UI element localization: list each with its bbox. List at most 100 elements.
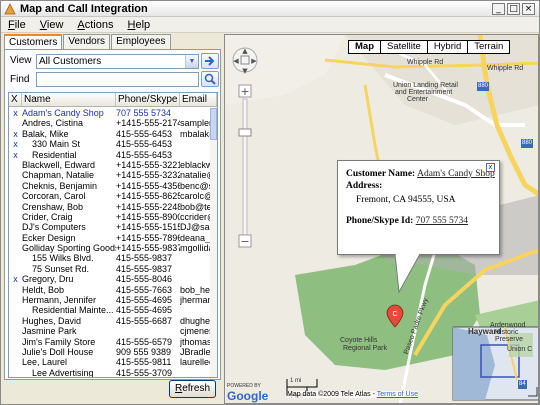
table-row[interactable]: Lee Advertising 415-555-3709: [9, 368, 210, 377]
table-row[interactable]: 75 Sunset Rd. 415-555-9837: [9, 264, 210, 274]
table-row[interactable]: Cheknis, Benjamin +1415-555-4356benc@sa: [9, 181, 210, 191]
table-row[interactable]: Golliday Sporting Goods +1415-555-9837 mgo…: [9, 243, 210, 253]
table-row[interactable]: x Adam's Candy Shop 707 555 5734: [9, 108, 210, 118]
menu-actions[interactable]: Actions: [70, 19, 120, 31]
search-icon: [204, 73, 216, 85]
table-row[interactable]: Lee, Laurel 415-555-9811 laurellee: [9, 357, 210, 367]
marker-letter: C: [392, 311, 397, 318]
row-name-cell: Jim's Family Store: [22, 336, 96, 347]
table-row[interactable]: Andres, Cistina +1415-555-2174samplena: [9, 118, 210, 128]
menu-view[interactable]: View: [33, 19, 71, 31]
row-name-cell: Chapman, Natalie: [22, 170, 95, 181]
row-flag-cell: [9, 285, 22, 295]
map-type-hybrid[interactable]: Hybrid: [426, 40, 469, 54]
customer-name-link[interactable]: Adam's Candy Shop: [417, 169, 495, 179]
row-name-cell: Hughes, David: [22, 315, 82, 326]
row-phone-cell: +1415-555-7896: [116, 232, 180, 243]
table-row[interactable]: DJ's Computers +1415-555-1515DJ@sam: [9, 222, 210, 232]
pan-down-icon[interactable]: ▼: [242, 67, 248, 75]
row-phone-cell: +1415-555-1515: [116, 222, 180, 233]
grid-rows: x Adam's Candy Shop 707 555 5734 Andres, Ci…: [9, 108, 210, 377]
minimize-button[interactable]: _: [492, 3, 505, 15]
zoom-slider-thumb[interactable]: [238, 128, 252, 137]
row-flag-cell: x: [13, 149, 18, 160]
table-row[interactable]: Corcoran, Carol +1415-555-8625carolc@s: [9, 191, 210, 201]
close-icon[interactable]: x: [486, 163, 495, 172]
table-row[interactable]: Hughes, David 415-555-6687 dhughes@: [9, 316, 210, 326]
column-header-phone[interactable]: Phone/Skype Id: [116, 93, 180, 106]
window-title: Map and Call Integration: [20, 2, 148, 15]
map-type-terrain[interactable]: Terrain: [467, 40, 511, 54]
phone-link[interactable]: 707 555 5734: [416, 216, 468, 226]
tab-vendors[interactable]: Vendors: [63, 34, 111, 49]
row-name-cell: 75 Sunset Rd.: [22, 263, 90, 274]
row-flag-cell: [9, 295, 22, 305]
row-flag-cell: [9, 305, 22, 315]
customers-grid: X Name Phone/Skype Id Email x Adam's Cand…: [8, 92, 218, 378]
chevron-down-icon[interactable]: ▼: [185, 55, 198, 68]
pan-right-icon[interactable]: ▶: [251, 57, 257, 65]
grid-scrollbar[interactable]: [210, 108, 217, 377]
close-button[interactable]: ×: [522, 3, 535, 15]
row-name-cell: Golliday Sporting Goods: [22, 243, 116, 254]
row-flag-cell: [9, 160, 22, 170]
zoom-track[interactable]: [242, 98, 248, 236]
go-arrow-button[interactable]: [201, 53, 219, 69]
table-row[interactable]: Crenshaw, Bob +1415-555-2248bob@tec: [9, 202, 210, 212]
table-row[interactable]: x Gregory, Dru 415-555-8046: [9, 274, 210, 284]
table-row[interactable]: Jasmine Park cjmenest: [9, 326, 210, 336]
row-email-cell: [180, 150, 210, 160]
table-row[interactable]: 155 Wilks Blvd. 415-555-9837: [9, 253, 210, 263]
left-panel: Customers Vendors Employees View All Cus…: [1, 34, 222, 404]
column-header-name[interactable]: Name: [22, 93, 116, 106]
row-flag-cell: [9, 253, 22, 263]
column-header-x[interactable]: X: [9, 93, 22, 106]
refresh-button[interactable]: Refresh: [169, 380, 216, 398]
maximize-button[interactable]: □: [507, 3, 520, 15]
customer-name-label: Customer Name:: [346, 169, 416, 179]
table-row[interactable]: Chapman, Natalie +1415-555-3232natalie@: [9, 170, 210, 180]
row-phone-cell: 415-555-9837: [116, 263, 173, 274]
table-row[interactable]: x 330 Main St 415-555-6453: [9, 139, 210, 149]
row-email-cell: [180, 368, 210, 377]
row-email-cell: jhermann: [180, 295, 210, 306]
row-phone-cell: +1415-555-8900: [116, 211, 180, 222]
table-row[interactable]: Heldt, Bob 415-555-7663 bob_held: [9, 285, 210, 295]
menu-help[interactable]: Help: [121, 19, 158, 31]
column-header-email[interactable]: Email: [180, 93, 217, 106]
row-email-cell: mbalak@: [180, 128, 210, 139]
row-phone-cell: 415-555-8046: [116, 274, 173, 285]
row-email-cell: [180, 274, 210, 284]
table-row[interactable]: x Balak, Mike 415-555-6453 mbalak@: [9, 129, 210, 139]
find-input[interactable]: [36, 72, 199, 87]
table-row[interactable]: Julie's Doll House 909 555 9389 JBradley(: [9, 347, 210, 357]
row-flag-cell: [9, 202, 22, 212]
table-row[interactable]: Crider, Craig +1415-555-8900ccrider@: [9, 212, 210, 222]
view-label: View: [10, 55, 32, 66]
table-row[interactable]: x Residential 415-555-6453: [9, 150, 210, 160]
table-row[interactable]: Blackwell, Edward +1415-555-3221eblackwe: [9, 160, 210, 170]
table-row[interactable]: Jim's Family Store 415-555-6579 jthomas@: [9, 337, 210, 347]
row-phone-cell: 415-555-4695: [116, 305, 173, 316]
map-type-map[interactable]: Map: [348, 40, 381, 54]
map-copyright: Map data ©2009 Tele Atlas - Terms of Use: [287, 391, 418, 398]
view-select[interactable]: All Customers ▼: [36, 54, 199, 69]
tab-employees[interactable]: Employees: [111, 34, 171, 49]
menu-file[interactable]: File: [1, 19, 33, 31]
row-flag-cell: [9, 222, 22, 232]
map-type-satellite[interactable]: Satellite: [380, 40, 428, 54]
tab-customers[interactable]: Customers: [4, 34, 63, 50]
pan-left-icon[interactable]: ◀: [233, 57, 239, 65]
pan-up-icon[interactable]: ▲: [242, 47, 248, 55]
row-flag-cell: x: [13, 108, 18, 118]
row-flag-cell: [9, 212, 22, 222]
scrollbar-thumb[interactable]: [210, 108, 217, 140]
terms-link[interactable]: Terms of Use: [377, 391, 418, 398]
search-button[interactable]: [201, 71, 219, 87]
google-logo: Google: [227, 389, 269, 403]
table-row[interactable]: Ecker Design +1415-555-7896deana_e: [9, 233, 210, 243]
row-flag-cell: [9, 118, 22, 128]
table-row[interactable]: Residential Mainte... 415-555-4695: [9, 305, 210, 315]
map-view[interactable]: C ▲ ▼ ◀ ▶ + − POWERED BY Google Whipple …: [224, 34, 539, 404]
table-row[interactable]: Hermann, Jennifer 415-555-4695 jhermann: [9, 295, 210, 305]
